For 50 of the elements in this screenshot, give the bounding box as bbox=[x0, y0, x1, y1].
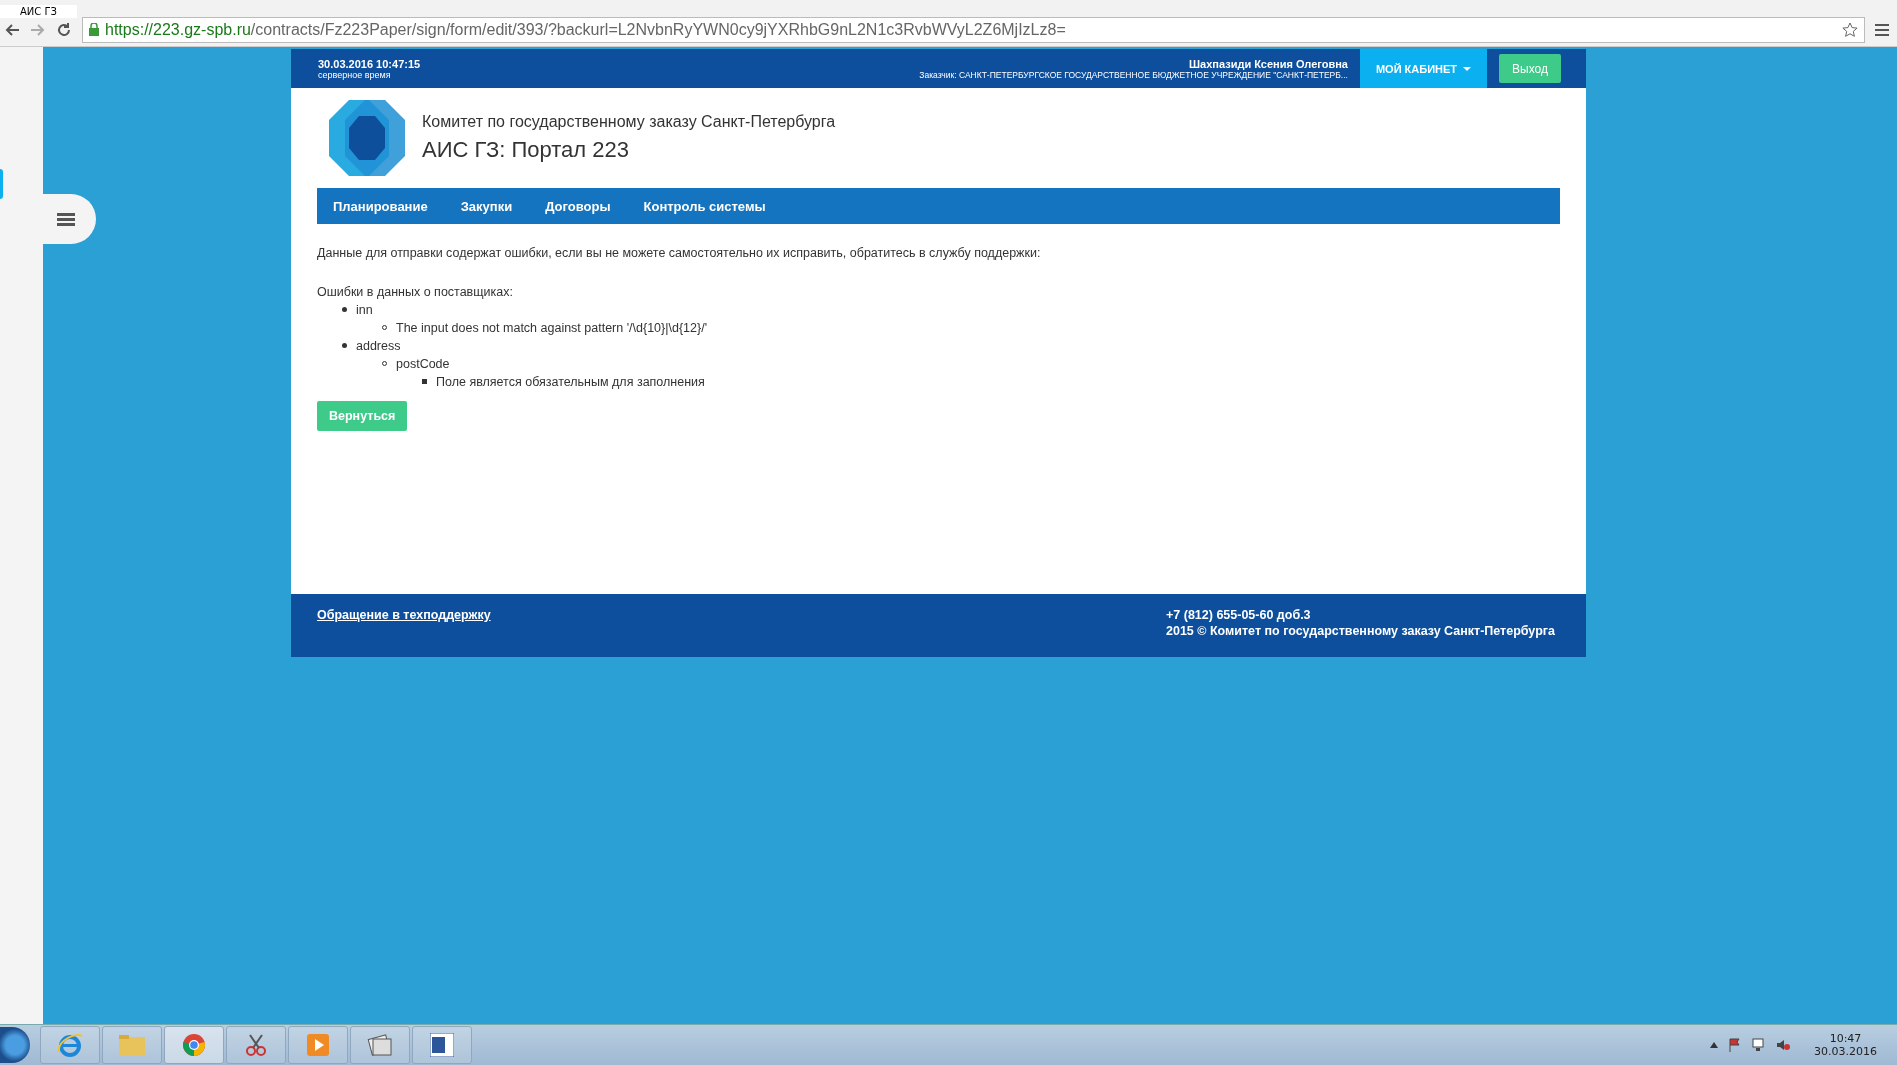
flag-icon[interactable] bbox=[1728, 1038, 1742, 1052]
speaker-icon[interactable] bbox=[1776, 1038, 1790, 1052]
error-item: address bbox=[356, 339, 401, 353]
play-icon bbox=[307, 1034, 329, 1056]
taskbar-button[interactable] bbox=[412, 1026, 472, 1064]
menu-icon[interactable] bbox=[1875, 23, 1889, 36]
caret-icon bbox=[1463, 66, 1472, 71]
browser-tab[interactable]: АИС ГЗ bbox=[0, 5, 77, 18]
errors-heading: Ошибки в данных о поставщиках: bbox=[317, 285, 514, 299]
chrome-circle-icon bbox=[182, 1033, 206, 1057]
bullet-icon bbox=[342, 307, 347, 313]
address-bar[interactable]: https://223.gz-spb.ru/contracts/Fz223Paper/sign/form/edit/393/?backurl=L2NvbnRyYWN0cy9jYXRhbG9nL2N1c3RvbWVyL2Z6MjIzLz8= bbox=[82, 16, 1865, 43]
document-stack-icon bbox=[367, 1033, 393, 1057]
scissors-icon bbox=[244, 1033, 268, 1057]
bullet-icon bbox=[422, 379, 427, 385]
user-name: Шахпазиди Ксения Олеговна bbox=[1189, 57, 1348, 70]
lock-icon bbox=[89, 23, 99, 36]
portal-title: АИС ГЗ: Портал 223 bbox=[422, 137, 630, 163]
star-icon[interactable] bbox=[1842, 21, 1858, 38]
nav-item[interactable]: Договоры bbox=[545, 198, 611, 214]
back-arrow-icon[interactable] bbox=[4, 22, 20, 37]
url-text: https://223.gz-spb.ru/contracts/Fz223Paper/sign/form/edit/393/?backurl=L2NvbnRyYWN0cy9jYXRhbG9nL2N1c3RvbWVyL2Z6MjIzLz8= bbox=[105, 20, 1067, 39]
taskbar-button[interactable] bbox=[226, 1026, 286, 1064]
copyright: 2015 © Комитет по государственному заказу Санкт-Петербурга bbox=[1166, 624, 1556, 638]
time-caption: серверное время bbox=[318, 69, 392, 80]
error-item: inn bbox=[356, 303, 373, 317]
reload-icon[interactable] bbox=[56, 21, 72, 38]
bullet-icon bbox=[342, 343, 347, 349]
nav-item[interactable]: Закупки bbox=[460, 198, 513, 214]
cabinet-dropdown-button[interactable]: МОЙ КАБИНЕТ bbox=[1359, 49, 1488, 88]
error-item: The input does not match against pattern '/\d{10}|\d{12}/' bbox=[396, 321, 708, 335]
folder-icon bbox=[119, 1035, 145, 1055]
phone-number: +7 (812) 655-05-60 доб.3 bbox=[1166, 608, 1312, 622]
system-clock[interactable]: 10:47 30.03.2016 bbox=[1814, 1032, 1877, 1058]
network-icon[interactable] bbox=[1752, 1038, 1766, 1052]
error-message: Данные для отправки содержат ошибки, если вы не можете самостоятельно их исправить, обратитесь в службу поддержки: bbox=[317, 246, 1042, 260]
nav-item[interactable]: Контроль системы bbox=[643, 198, 766, 214]
customer-name: Заказчик: САНКТ-ПЕТЕРБУРГСКОЕ ГОСУДАРСТВЕННОЕ БЮДЖЕТНОЕ УЧРЕЖДЕНИЕ "САНКТ-ПЕТЕРБ... bbox=[919, 69, 1348, 80]
start-button[interactable] bbox=[0, 1027, 30, 1063]
support-link[interactable]: Обращение в техподдержку bbox=[317, 608, 491, 657]
menu-icon bbox=[56, 212, 75, 226]
sidebar-toggle-button[interactable] bbox=[43, 194, 96, 244]
taskbar-button[interactable] bbox=[164, 1026, 224, 1064]
organization-name: Комитет по государственному заказу Санкт-Петербурга bbox=[422, 113, 836, 131]
nav-item[interactable]: Планирование bbox=[333, 198, 428, 214]
browser-e-icon bbox=[57, 1032, 83, 1058]
error-item: Поле является обязательным для заполнения bbox=[436, 375, 705, 389]
caret-up-icon[interactable] bbox=[1710, 1042, 1718, 1048]
error-item: postCode bbox=[396, 357, 450, 371]
server-datetime: 30.03.2016 10:47:15 bbox=[318, 57, 422, 70]
